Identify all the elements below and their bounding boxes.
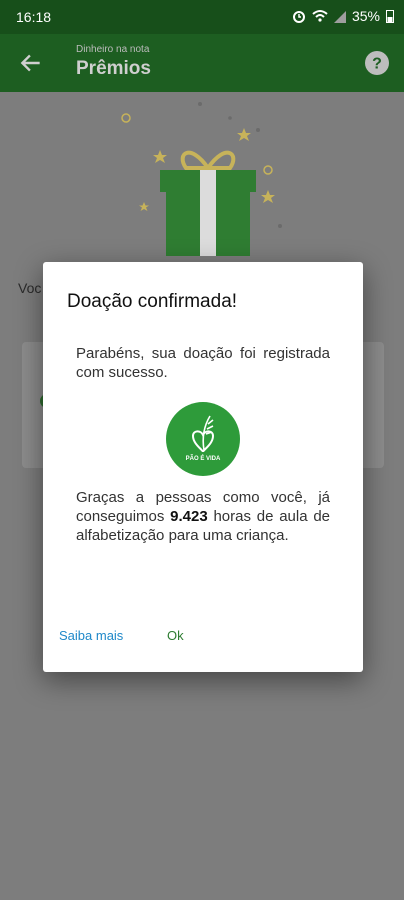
status-bar: 16:18 35% [0,0,404,34]
pao-e-vida-logo: PÃO É VIDA [166,402,240,476]
impact-hours-number: 9.423 [170,508,208,525]
dialog-impact-message: Graças a pessoas como você, já conseguim… [76,488,330,545]
ok-button[interactable]: Ok [167,628,184,643]
gift-illustration [121,102,282,256]
help-icon[interactable]: ? [364,50,390,76]
dialog-message: Parabéns, sua doação foi registrada com … [76,345,330,381]
status-time: 16:18 [16,9,52,25]
background-text: Voc [18,280,42,296]
alarm-icon [292,11,305,23]
status-icons: 35% [292,8,394,24]
wifi-icon [312,10,328,22]
app-bar: Dinheiro na nota Prêmios ? [0,34,404,92]
donation-confirmed-dialog: Doação confirmada! Parabéns, sua doação … [43,262,363,672]
app-bar-subtitle: Dinheiro na nota [76,44,150,55]
back-arrow-icon[interactable] [18,50,44,76]
learn-more-button[interactable]: Saiba mais [59,628,123,643]
signal-icon [333,11,346,23]
svg-text:?: ? [372,56,382,73]
page-title: Prêmios [76,58,151,79]
logo-text: PÃO É VIDA [186,454,221,462]
battery-percent: 35% [351,8,380,24]
battery-icon [386,10,394,23]
dialog-title: Doação confirmada! [67,291,238,312]
